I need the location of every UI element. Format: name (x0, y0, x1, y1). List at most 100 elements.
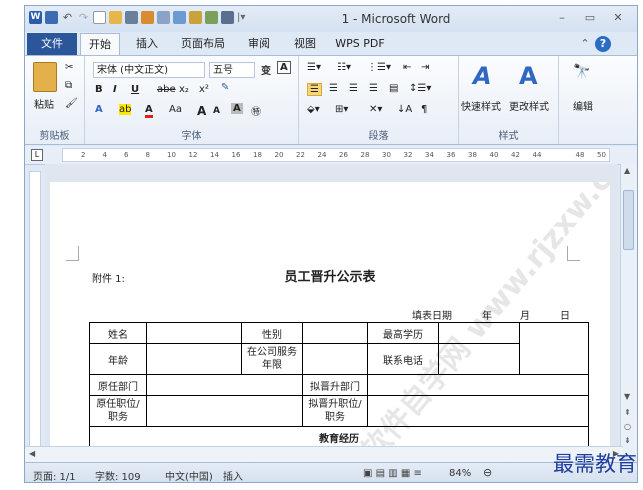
change-styles-icon[interactable]: A (519, 62, 538, 90)
quick-styles-button[interactable]: 快速样式 (461, 98, 501, 113)
view-buttons-icon[interactable]: ▣ ▤ ▥ ▦ ≡ (363, 468, 422, 479)
styles-group: A A 快速样式 更改样式 样式 (459, 56, 559, 144)
quick-styles-icon[interactable]: A (473, 62, 492, 90)
zoom-out-icon[interactable]: ⊖ (483, 466, 492, 479)
decrease-indent-icon[interactable]: ⇤ (403, 62, 411, 73)
subscript-button[interactable]: x₂ (179, 84, 189, 95)
italic-button[interactable]: I (113, 84, 117, 95)
cut-icon[interactable]: ✂ (65, 62, 73, 73)
cell-new-position-value[interactable] (367, 395, 589, 427)
clipboard-label: 剪贴板 (39, 131, 70, 142)
cell-education-value[interactable] (438, 322, 520, 344)
change-styles-button[interactable]: 更改样式 (509, 98, 549, 113)
bold-button[interactable]: B (95, 84, 103, 95)
increase-indent-icon[interactable]: ⇥ (421, 62, 429, 73)
align-right-icon[interactable]: ☰ (349, 83, 358, 94)
next-page-icon[interactable]: ⇟ (624, 436, 631, 445)
tab-home[interactable]: 开始 (80, 33, 120, 55)
vertical-scrollbar[interactable]: ▲ ▼ ⇞ ○ ⇟ (620, 164, 637, 456)
ruler-tick: 16 (231, 151, 241, 159)
cell-tenure-value[interactable] (302, 343, 368, 375)
strikethrough-button[interactable]: abe (157, 84, 176, 95)
tab-wps-pdf[interactable]: WPS PDF (330, 33, 390, 55)
cell-phone-value[interactable] (438, 343, 520, 375)
enclose-char-icon[interactable]: ㊕ (251, 103, 261, 118)
borders-icon[interactable]: ⊞▾ (335, 104, 348, 115)
numbering-icon[interactable]: ☷▾ (337, 62, 351, 73)
tab-page-layout[interactable]: 页面布局 (173, 33, 233, 55)
scroll-thumb[interactable] (623, 190, 634, 250)
font-color-button[interactable]: A (145, 104, 153, 118)
align-center-icon[interactable]: ☰ (329, 83, 338, 94)
zoom-level[interactable]: 84% (449, 468, 471, 479)
cell-orig-position-label: 原任职位/职务 (89, 395, 147, 427)
distributed-icon[interactable]: ▤ (389, 83, 398, 94)
shrink-font-button[interactable]: A (213, 106, 220, 116)
scroll-up-icon[interactable]: ▲ (624, 166, 630, 175)
highlight-button[interactable]: ab (119, 104, 132, 115)
tab-view[interactable]: 视图 (285, 33, 325, 55)
ruler-tick: 40 (489, 151, 499, 159)
sort-icon[interactable]: ↓A (397, 104, 412, 115)
paste-button[interactable]: 粘贴 (34, 96, 54, 111)
help-icon[interactable]: ? (595, 36, 611, 52)
document-page[interactable]: 软件自学网 www.rjzxw.com 附件 1: 员工晋升公示表 填表日期 年… (50, 182, 610, 456)
copy-icon[interactable]: ⧉ (65, 80, 72, 91)
multilevel-list-icon[interactable]: ⋮☰▾ (367, 62, 391, 73)
text-effect-button[interactable]: A (95, 104, 103, 115)
font-name-select[interactable]: 宋体 (中文正文) (93, 62, 205, 78)
shading-icon[interactable]: ⬙▾ (307, 104, 320, 115)
close-button[interactable]: ✕ (605, 10, 631, 26)
horizontal-ruler[interactable]: L 2 4 6 8 10 12 14 16 18 20 22 24 26 28 30 32 34 36 38 40 42… (25, 146, 637, 165)
show-marks-icon[interactable]: ¶ (421, 104, 427, 115)
vertical-ruler[interactable] (29, 171, 41, 451)
word-count[interactable]: 字数: 109 (95, 468, 141, 482)
justify-icon[interactable]: ☰ (369, 83, 378, 94)
restore-button[interactable]: ▭ (577, 10, 603, 26)
tab-selector-icon[interactable]: L (31, 149, 43, 161)
editing-button[interactable]: 编辑 (573, 98, 593, 113)
ruler-tick: 32 (403, 151, 413, 159)
cell-name-value[interactable] (146, 322, 242, 344)
cell-education-history: 教育经历 (89, 426, 589, 448)
char-shading-button[interactable]: A (231, 103, 243, 114)
horizontal-scrollbar[interactable]: ◀ ▶ (25, 446, 623, 463)
cell-photo[interactable] (519, 322, 589, 375)
char-border-icon[interactable]: A (277, 61, 291, 74)
cell-new-dept-value[interactable] (367, 374, 589, 396)
line-spacing-icon[interactable]: ↕☰▾ (409, 83, 431, 94)
tab-insert[interactable]: 插入 (127, 33, 167, 55)
brand-watermark: 最需教育 (553, 452, 637, 476)
font-size-select[interactable]: 五号 (209, 62, 255, 78)
phonetic-guide-icon[interactable]: 变 (261, 62, 271, 77)
scroll-down-icon[interactable]: ▼ (624, 392, 630, 401)
font-label: 字体 (181, 131, 202, 142)
styles-label: 样式 (498, 131, 519, 142)
scroll-left-icon[interactable]: ◀ (29, 449, 35, 458)
grow-font-button[interactable]: A (197, 104, 206, 118)
format-painter-icon[interactable]: 🖌 (65, 98, 78, 109)
cell-orig-position-value[interactable] (146, 395, 303, 427)
underline-button[interactable]: U (131, 84, 139, 95)
collapse-ribbon-icon[interactable]: ⌃ (578, 33, 592, 55)
insert-mode[interactable]: 插入 (223, 468, 243, 482)
promotion-form-table: 姓名 性别 最高学历 年龄 在公司服务年限 联系电话 原任部门 拟晋升部门 原任… (89, 322, 589, 448)
browse-object-icon[interactable]: ○ (624, 422, 631, 431)
tab-file[interactable]: 文件 (27, 33, 77, 55)
cell-orig-dept-value[interactable] (146, 374, 303, 396)
language[interactable]: 中文(中国) (165, 468, 213, 482)
cell-gender-value[interactable] (302, 322, 368, 344)
change-case-button[interactable]: Aa (169, 104, 182, 115)
tab-review[interactable]: 审阅 (239, 33, 279, 55)
prev-page-icon[interactable]: ⇞ (624, 408, 631, 417)
superscript-button[interactable]: x² (199, 84, 209, 95)
bullets-icon[interactable]: ☰▾ (307, 62, 321, 73)
minimize-button[interactable]: – (549, 10, 575, 26)
page-count[interactable]: 页面: 1/1 (33, 468, 76, 482)
cell-age-value[interactable] (146, 343, 242, 375)
clear-format-icon[interactable]: ✎ (221, 82, 229, 93)
paste-icon[interactable] (33, 62, 57, 92)
chinese-layout-icon[interactable]: ✕▾ (369, 104, 382, 115)
align-left-icon[interactable]: ☰ (307, 83, 322, 96)
find-icon[interactable]: 🔭 (573, 64, 590, 80)
